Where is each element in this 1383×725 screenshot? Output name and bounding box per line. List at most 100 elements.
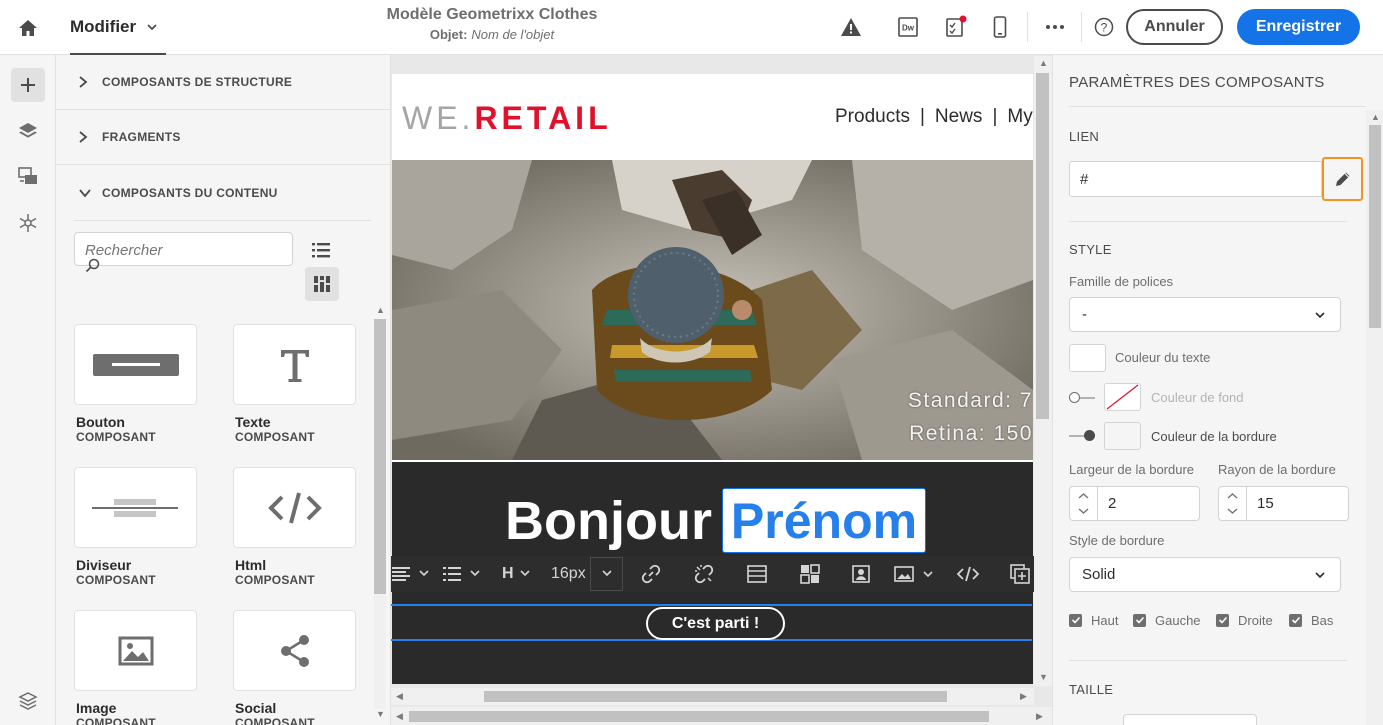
more-button[interactable]: [1042, 14, 1068, 40]
component-bouton[interactable]: Bouton COMPOSANT: [74, 324, 197, 444]
nav-link-my[interactable]: My: [1007, 106, 1032, 127]
scroll-right-arrow[interactable]: ▶: [1020, 691, 1027, 702]
mode-selector[interactable]: Modifier: [70, 0, 167, 55]
scroll-left-arrow[interactable]: ◀: [396, 711, 403, 722]
unlink-button[interactable]: [694, 562, 714, 586]
checkbox-right[interactable]: Droite: [1216, 612, 1273, 628]
insert-block-button[interactable]: [1010, 562, 1030, 586]
nav-link-news[interactable]: News: [935, 106, 983, 127]
accordion-fragments[interactable]: FRAGMENTS: [56, 110, 390, 165]
border-width-input[interactable]: [1097, 486, 1200, 521]
font-size-value[interactable]: 16px: [551, 562, 586, 586]
scroll-thumb[interactable]: [409, 711, 989, 722]
source-code-button[interactable]: [957, 562, 979, 586]
bg-color-swatch[interactable]: [1104, 383, 1141, 411]
border-radius-input[interactable]: [1246, 486, 1349, 521]
checklist-button[interactable]: [942, 14, 968, 40]
rail-assets[interactable]: [11, 159, 45, 193]
scroll-up-arrow[interactable]: ▲: [1371, 112, 1380, 122]
edit-link-button[interactable]: [1322, 157, 1363, 201]
scroll-right-arrow[interactable]: ▶: [1036, 711, 1043, 722]
border-color-swatch[interactable]: [1104, 422, 1141, 450]
rail-layers-stack[interactable]: [11, 684, 45, 718]
insert-image-button[interactable]: [894, 562, 934, 586]
nav-link-products[interactable]: Products: [835, 106, 910, 127]
scroll-down-arrow[interactable]: ▼: [1039, 672, 1048, 682]
component-card[interactable]: [233, 467, 356, 548]
scroll-up-arrow[interactable]: ▲: [376, 305, 385, 315]
greeting-text[interactable]: Bonjour: [505, 490, 712, 552]
canvas-horizontal-scrollbar[interactable]: ◀ ▶: [391, 688, 1034, 705]
checkbox-bottom[interactable]: Bas: [1289, 612, 1333, 628]
component-card[interactable]: [74, 467, 197, 548]
canvas-vertical-scrollbar[interactable]: ▲ ▼: [1034, 56, 1052, 686]
component-card[interactable]: [233, 610, 356, 691]
no-color-icon: [1106, 384, 1139, 410]
size-stepper[interactable]: [1123, 714, 1257, 725]
rail-personalization[interactable]: [11, 206, 45, 240]
scroll-thumb[interactable]: [374, 319, 386, 594]
mobile-preview-button[interactable]: [987, 14, 1013, 40]
accordion-structure-components[interactable]: COMPOSANTS DE STRUCTURE: [56, 55, 390, 110]
font-size-dropdown[interactable]: [590, 557, 623, 591]
home-button[interactable]: [14, 14, 42, 42]
rail-add-components[interactable]: [11, 68, 45, 102]
border-radius-stepper[interactable]: [1218, 486, 1349, 521]
border-color-toggle[interactable]: [1069, 430, 1097, 442]
logo-we: WE: [402, 100, 462, 136]
stepper-arrows[interactable]: [1218, 486, 1247, 521]
component-search[interactable]: [74, 232, 293, 273]
grid-view-button[interactable]: [305, 267, 339, 301]
checkbox-left[interactable]: Gauche: [1133, 612, 1201, 628]
scroll-thumb[interactable]: [1369, 125, 1381, 328]
align-button[interactable]: [392, 562, 432, 586]
link-button[interactable]: [641, 562, 661, 586]
bg-color-toggle[interactable]: [1069, 392, 1097, 404]
rail-layers[interactable]: [11, 114, 45, 148]
cta-button[interactable]: C'est parti !: [646, 607, 785, 640]
scroll-up-arrow[interactable]: ▲: [1039, 58, 1048, 68]
component-card[interactable]: [74, 610, 197, 691]
link-input[interactable]: [1069, 161, 1322, 197]
hero-image[interactable]: Standard: 7 Retina: 150: [392, 160, 1033, 460]
fragment-button[interactable]: [800, 562, 820, 586]
stepper-arrows[interactable]: [1069, 486, 1098, 521]
properties-scrollbar[interactable]: ▲: [1366, 110, 1383, 725]
text-color-swatch[interactable]: [1069, 344, 1106, 372]
component-image[interactable]: Image COMPOSANT: [74, 610, 197, 725]
personalize-button[interactable]: [852, 562, 870, 586]
list-view-button[interactable]: [306, 235, 336, 265]
help-button[interactable]: ?: [1091, 14, 1117, 40]
component-social[interactable]: Social COMPOSANT: [233, 610, 356, 725]
scroll-thumb[interactable]: [484, 691, 947, 702]
border-color-label: Couleur de la bordure: [1151, 429, 1277, 444]
component-texte[interactable]: Texte COMPOSANT: [233, 324, 356, 444]
component-card[interactable]: [74, 324, 197, 405]
component-diviseur[interactable]: Diviseur COMPOSANT: [74, 467, 197, 587]
border-width-stepper[interactable]: [1069, 486, 1200, 521]
components-scrollbar[interactable]: ▲ ▼: [374, 305, 386, 725]
scroll-thumb[interactable]: [1036, 73, 1049, 419]
component-html[interactable]: Html COMPOSANT: [233, 467, 356, 587]
search-input[interactable]: [85, 239, 280, 261]
scroll-down-arrow[interactable]: ▼: [376, 709, 385, 719]
scroll-left-arrow[interactable]: ◀: [396, 691, 403, 702]
accordion-content-components[interactable]: COMPOSANTS DU CONTENU: [56, 165, 390, 220]
dreamweaver-button[interactable]: Dw: [895, 14, 921, 40]
font-family-select[interactable]: -: [1069, 297, 1341, 332]
structure-button[interactable]: [747, 562, 767, 586]
list-button[interactable]: [443, 562, 483, 586]
border-style-select[interactable]: Solid: [1069, 557, 1341, 592]
component-card[interactable]: [233, 324, 356, 405]
select-value: -: [1082, 306, 1087, 323]
personalization-field[interactable]: Prénom: [722, 488, 926, 553]
heading-button[interactable]: H: [502, 562, 532, 586]
checkbox-label: Haut: [1091, 612, 1119, 628]
button-block[interactable]: C'est parti !: [391, 604, 1032, 641]
checkbox-top[interactable]: Haut: [1069, 612, 1118, 628]
alert-button[interactable]: [838, 14, 864, 40]
page-horizontal-scrollbar[interactable]: ◀ ▶: [391, 707, 1052, 725]
save-button[interactable]: Enregistrer: [1237, 9, 1360, 45]
toolbar-separator: [1081, 12, 1082, 42]
cancel-button[interactable]: Annuler: [1126, 9, 1223, 45]
